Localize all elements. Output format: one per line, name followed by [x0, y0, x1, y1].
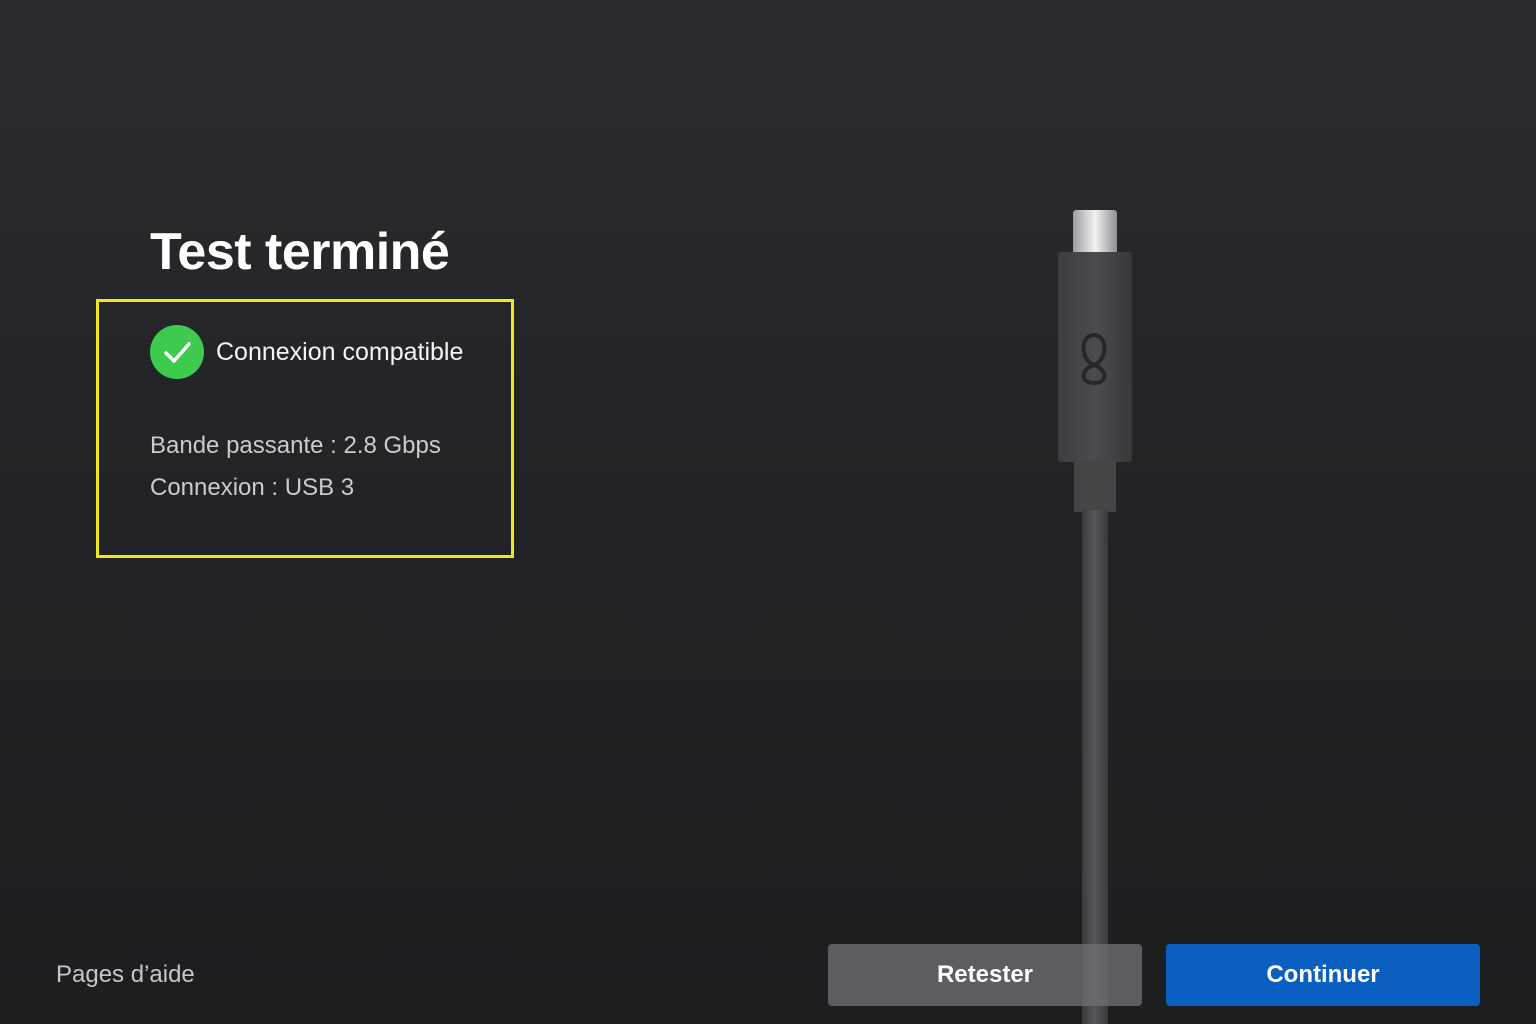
connection-type-value: Connexion : USB 3	[150, 474, 355, 501]
usb-c-cable-icon	[1058, 210, 1132, 1024]
continue-button[interactable]: Continuer	[1166, 944, 1480, 1006]
page-title: Test terminé	[150, 223, 450, 281]
test-complete-screen: Test terminé Connexion compatible Bande …	[0, 0, 1536, 1024]
retest-button[interactable]: Retester	[828, 944, 1142, 1006]
help-pages-link[interactable]: Pages d’aide	[56, 961, 195, 989]
bandwidth-value: Bande passante : 2.8 Gbps	[150, 432, 441, 459]
status-row: Connexion compatible	[150, 321, 463, 383]
status-label: Connexion compatible	[216, 337, 464, 366]
check-circle-icon	[150, 321, 204, 383]
